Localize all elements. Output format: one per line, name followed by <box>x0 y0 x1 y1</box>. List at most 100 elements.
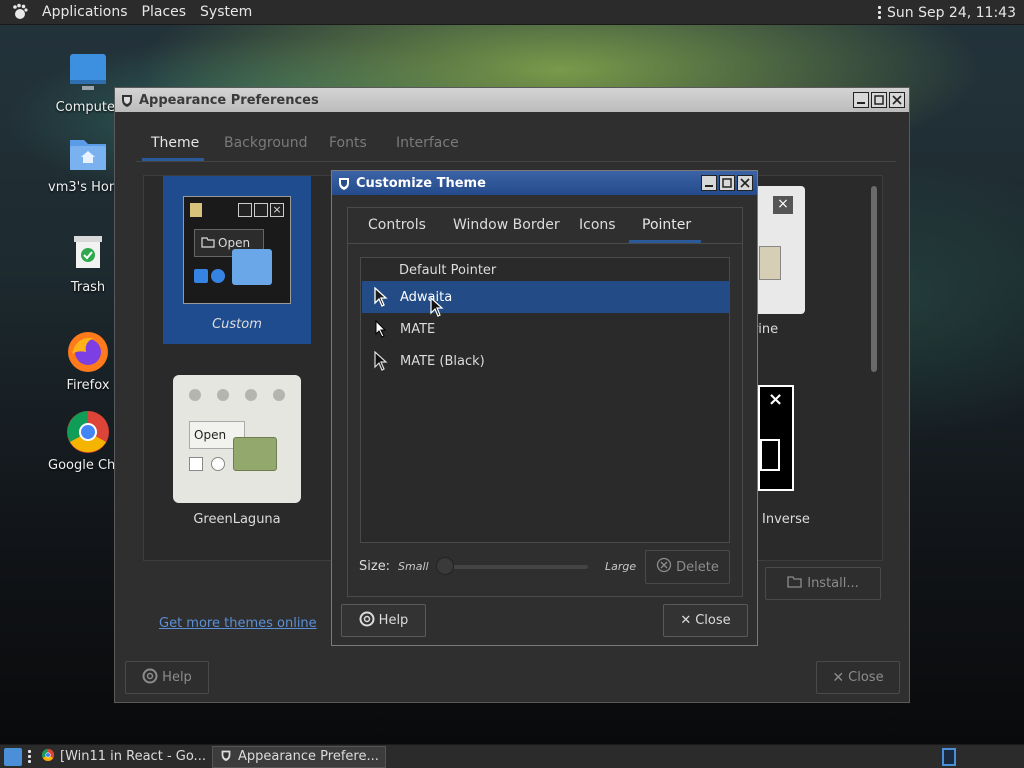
delete-label: Delete <box>676 559 719 575</box>
task-label: [Win11 in React - Go... <box>60 749 206 764</box>
applications-menu[interactable]: Applications <box>35 4 135 20</box>
pointer-row-mate-black[interactable]: MATE (Black) <box>362 345 730 377</box>
customize-app-icon <box>336 175 352 191</box>
preview-folder-icon <box>759 246 781 280</box>
help-label: Help <box>162 670 192 685</box>
customize-help-button[interactable]: Help <box>341 604 426 637</box>
theme-name-custom: Custom <box>212 317 262 332</box>
taskbar-handle-icon[interactable] <box>28 750 31 763</box>
help-lifebuoy-icon <box>142 668 158 688</box>
maximize-button[interactable] <box>719 175 735 191</box>
customize-titlebar[interactable]: Customize Theme <box>332 171 757 195</box>
more-themes-link[interactable]: Get more themes online <box>159 616 317 631</box>
close-icon: ✕ <box>832 669 845 686</box>
minimize-button[interactable] <box>853 92 869 108</box>
tab-interface[interactable]: Interface <box>396 135 459 151</box>
theme-grid-scrollbar[interactable] <box>871 186 877 372</box>
chrome-icon <box>64 408 112 456</box>
delete-pointer-button[interactable]: Delete <box>645 550 730 584</box>
taskbar: [Win11 in React - Go... Appearance Prefe… <box>0 744 1024 768</box>
appearance-app-icon <box>219 748 233 766</box>
theme-name-inverse: Inverse <box>762 512 810 527</box>
appearance-help-button[interactable]: Help <box>125 661 209 694</box>
pointer-name: MATE (Black) <box>400 353 485 369</box>
tab-window-border[interactable]: Window Border <box>453 217 560 233</box>
appearance-app-icon <box>119 92 135 108</box>
customize-close-button[interactable]: ✕ Close <box>663 604 748 637</box>
show-desktop-icon[interactable] <box>4 747 22 766</box>
theme-card-greenlaguna[interactable]: Open <box>173 375 301 503</box>
preview-dot-icon <box>273 389 285 401</box>
install-button[interactable]: Install... <box>765 567 881 600</box>
task-appearance[interactable]: Appearance Prefere... <box>211 745 386 768</box>
tab-background[interactable]: Background <box>224 135 308 151</box>
tab-pointer[interactable]: Pointer <box>642 217 691 233</box>
task-label: Appearance Prefere... <box>237 749 379 764</box>
preview-close-icon: × <box>270 203 284 217</box>
computer-icon <box>64 50 112 98</box>
theme-card-partial-top[interactable]: × <box>755 186 805 314</box>
tab-fonts[interactable]: Fonts <box>329 135 367 151</box>
home-folder-icon <box>64 130 112 178</box>
appearance-close-button[interactable]: ✕ Close <box>816 661 900 694</box>
workspace-switcher-icon[interactable] <box>942 748 956 766</box>
pointer-name: Adwaita <box>400 289 453 305</box>
customize-theme-dialog: Customize Theme Controls Window Border I… <box>331 170 758 646</box>
theme-card-inverse[interactable]: × <box>758 385 794 491</box>
preview-open-label: Open <box>218 236 251 250</box>
close-window-button[interactable] <box>737 175 753 191</box>
firefox-icon <box>64 328 112 376</box>
mouse-cursor-icon <box>430 296 444 321</box>
delete-circle-icon <box>656 557 672 577</box>
theme-name-greenlaguna: GreenLaguna <box>193 512 281 527</box>
size-small-label: Small <box>398 560 429 573</box>
tab-icons[interactable]: Icons <box>579 217 616 233</box>
folder-icon <box>201 236 215 251</box>
preview-check-icon <box>189 457 203 471</box>
preview-folder-icon <box>760 439 780 471</box>
preview-folder-icon <box>233 437 277 471</box>
close-window-button[interactable] <box>889 92 905 108</box>
pointer-list-header: Default Pointer <box>399 263 497 278</box>
preview-maximize-icon <box>254 203 268 217</box>
foot-logo-icon[interactable] <box>9 1 31 23</box>
pointer-row-mate[interactable]: MATE <box>362 313 730 345</box>
preview-close-icon: × <box>773 196 793 214</box>
appearance-titlebar[interactable]: Appearance Preferences <box>115 88 909 112</box>
adwaita-pointer-icon <box>362 287 400 307</box>
size-slider-knob[interactable] <box>436 557 454 575</box>
preview-close-icon: × <box>768 389 784 410</box>
preview-buttons <box>187 389 287 401</box>
appearance-title: Appearance Preferences <box>139 92 319 108</box>
theme-card-custom[interactable]: × Open Custom <box>163 176 311 344</box>
pointer-list: Default Pointer Adwaita MATE MATE (Black… <box>360 257 730 543</box>
mate-black-pointer-icon <box>362 351 400 371</box>
preview-dot-icon <box>245 389 257 401</box>
task-chrome[interactable]: [Win11 in React - Go... <box>35 746 212 768</box>
top-panel: Applications Places System Sun Sep 24, 1… <box>0 0 1024 25</box>
clock[interactable]: Sun Sep 24, 11:43 <box>887 5 1016 21</box>
system-menu[interactable]: System <box>193 4 259 20</box>
preview-radio-icon <box>211 457 225 471</box>
preview-dot-icon <box>189 389 201 401</box>
help-lifebuoy-icon <box>359 611 375 631</box>
maximize-button[interactable] <box>871 92 887 108</box>
preview-check-icon <box>194 269 208 283</box>
panel-menu-icon[interactable] <box>878 6 882 19</box>
tab-theme-indicator <box>142 158 204 161</box>
preview-open-label: Open <box>194 428 227 442</box>
minimize-button[interactable] <box>701 175 717 191</box>
preview-app-icon <box>190 203 202 217</box>
places-menu[interactable]: Places <box>135 4 194 20</box>
mate-pointer-icon <box>362 320 400 338</box>
install-label: Install... <box>807 576 859 591</box>
customize-title: Customize Theme <box>356 175 486 191</box>
size-slider-track[interactable] <box>436 565 588 569</box>
preview-folder-icon <box>232 249 272 285</box>
tab-controls[interactable]: Controls <box>368 217 426 233</box>
close-icon: ✕ <box>680 613 692 628</box>
close-label: Close <box>695 613 731 628</box>
pointer-row-adwaita[interactable]: Adwaita <box>362 281 730 313</box>
preview-minimize-icon <box>238 203 252 217</box>
tab-theme[interactable]: Theme <box>151 135 199 151</box>
